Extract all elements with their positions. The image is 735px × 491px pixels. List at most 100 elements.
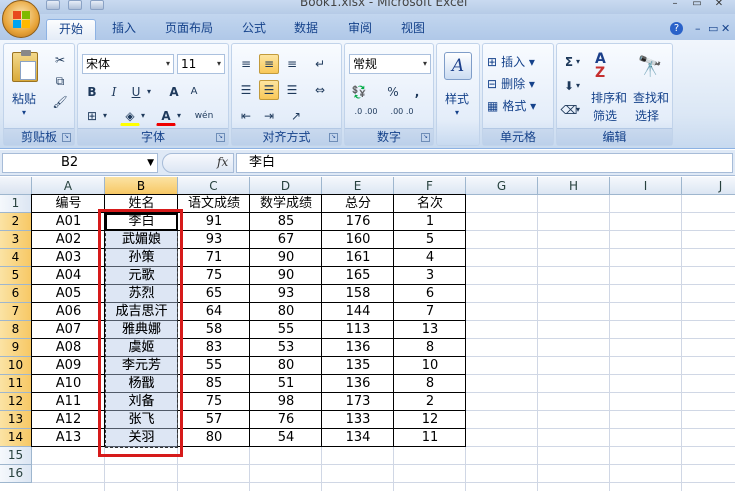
row-header-6[interactable]: 6: [0, 285, 32, 303]
cell-f10[interactable]: 10: [394, 357, 466, 375]
cell-f1[interactable]: 名次: [394, 195, 466, 213]
paste-icon[interactable]: [12, 50, 38, 82]
cell-a1[interactable]: 编号: [32, 195, 105, 213]
fill-dropdown-icon[interactable]: ▾: [573, 76, 583, 96]
borders-dropdown-icon[interactable]: ▾: [100, 106, 110, 126]
column-header-d[interactable]: D: [250, 177, 322, 195]
row-header-10[interactable]: 10: [0, 357, 32, 375]
format-painter-icon[interactable]: 🖌: [50, 92, 70, 112]
cell-c12[interactable]: 75: [178, 393, 250, 411]
percent-button[interactable]: %: [383, 82, 403, 102]
font-size-select[interactable]: 11 ▾: [177, 54, 225, 74]
align-left-icon[interactable]: ☰: [236, 80, 256, 100]
cell-e11[interactable]: 136: [322, 375, 394, 393]
cell-d11[interactable]: 51: [250, 375, 322, 393]
cell-e3[interactable]: 160: [322, 231, 394, 249]
tab-home[interactable]: 开始: [46, 19, 96, 40]
cell-a5[interactable]: A04: [32, 267, 105, 285]
cell-d13[interactable]: 76: [250, 411, 322, 429]
row-header-9[interactable]: 9: [0, 339, 32, 357]
tab-insert[interactable]: 插入: [102, 19, 146, 40]
ribbon-close-icon[interactable]: ✕: [721, 22, 730, 35]
number-format-select[interactable]: 常规 ▾: [349, 54, 431, 74]
row-header-14[interactable]: 14: [0, 429, 32, 447]
cell-f6[interactable]: 6: [394, 285, 466, 303]
close-button[interactable]: ✕: [712, 0, 726, 10]
copy-icon[interactable]: ⧉: [50, 71, 70, 91]
cell-c1[interactable]: 语文成绩: [178, 195, 250, 213]
ribbon-restore-icon[interactable]: ▭: [708, 22, 718, 35]
cell-f13[interactable]: 12: [394, 411, 466, 429]
row-header-15[interactable]: 15: [0, 447, 32, 465]
find-select-button[interactable]: 查找和: [633, 89, 669, 107]
cell-c8[interactable]: 58: [178, 321, 250, 339]
cell-d2[interactable]: 85: [250, 213, 322, 231]
cell-f11[interactable]: 8: [394, 375, 466, 393]
tab-view[interactable]: 视图: [393, 19, 433, 40]
wrap-text-icon[interactable]: ↵: [310, 54, 330, 74]
cell-f3[interactable]: 5: [394, 231, 466, 249]
cell-a13[interactable]: A12: [32, 411, 105, 429]
tab-page-layout[interactable]: 页面布局: [156, 19, 222, 40]
cell-a8[interactable]: A07: [32, 321, 105, 339]
name-box[interactable]: B2 ▼: [2, 153, 158, 173]
row-header-4[interactable]: 4: [0, 249, 32, 267]
cell-d12[interactable]: 98: [250, 393, 322, 411]
cell-c4[interactable]: 71: [178, 249, 250, 267]
cell-f8[interactable]: 13: [394, 321, 466, 339]
cell-e5[interactable]: 165: [322, 267, 394, 285]
delete-cells-button[interactable]: ⊟ 删除 ▾: [487, 75, 535, 93]
cell-f4[interactable]: 4: [394, 249, 466, 267]
cell-c14[interactable]: 80: [178, 429, 250, 447]
cell-a12[interactable]: A11: [32, 393, 105, 411]
underline-button[interactable]: U: [126, 82, 146, 102]
cell-e9[interactable]: 136: [322, 339, 394, 357]
cell-d9[interactable]: 53: [250, 339, 322, 357]
number-launcher-icon[interactable]: ↘: [421, 133, 430, 142]
merge-center-icon[interactable]: ⇔: [310, 80, 330, 100]
phonetic-icon[interactable]: wén: [192, 106, 216, 126]
cell-e7[interactable]: 144: [322, 303, 394, 321]
help-icon[interactable]: ?: [670, 22, 683, 35]
row-header-12[interactable]: 12: [0, 393, 32, 411]
cell-a3[interactable]: A02: [32, 231, 105, 249]
restore-button[interactable]: ▭: [690, 0, 704, 10]
cell-e12[interactable]: 173: [322, 393, 394, 411]
column-header-c[interactable]: C: [178, 177, 250, 195]
column-header-a[interactable]: A: [32, 177, 105, 195]
row-header-16[interactable]: 16: [0, 465, 32, 483]
cell-c2[interactable]: 91: [178, 213, 250, 231]
cut-icon[interactable]: ✂: [50, 50, 70, 70]
styles-dropdown-icon[interactable]: ▾: [455, 104, 459, 122]
clipboard-launcher-icon[interactable]: ↘: [62, 133, 71, 142]
align-bottom-icon[interactable]: ≡: [282, 54, 302, 74]
cell-e2[interactable]: 176: [322, 213, 394, 231]
row-header-11[interactable]: 11: [0, 375, 32, 393]
cell-c11[interactable]: 85: [178, 375, 250, 393]
minimize-button[interactable]: –: [668, 0, 682, 10]
styles-icon[interactable]: A: [444, 52, 472, 80]
row-header-5[interactable]: 5: [0, 267, 32, 285]
align-middle-icon[interactable]: ≡: [259, 54, 279, 74]
cell-d14[interactable]: 54: [250, 429, 322, 447]
cell-d7[interactable]: 80: [250, 303, 322, 321]
row-header-8[interactable]: 8: [0, 321, 32, 339]
font-color-icon[interactable]: A: [156, 106, 176, 126]
cell-c3[interactable]: 93: [178, 231, 250, 249]
save-icon[interactable]: [46, 0, 60, 10]
cell-c10[interactable]: 55: [178, 357, 250, 375]
column-header-g[interactable]: G: [466, 177, 538, 195]
cell-f9[interactable]: 8: [394, 339, 466, 357]
cell-f7[interactable]: 7: [394, 303, 466, 321]
align-center-icon[interactable]: ☰: [259, 80, 279, 100]
tab-formulas[interactable]: 公式: [234, 19, 274, 40]
cell-e1[interactable]: 总分: [322, 195, 394, 213]
row-header-1[interactable]: 1: [0, 195, 32, 213]
undo-icon[interactable]: [68, 0, 82, 10]
cell-c7[interactable]: 64: [178, 303, 250, 321]
align-right-icon[interactable]: ☰: [282, 80, 302, 100]
redo-icon[interactable]: [90, 0, 104, 10]
column-header-e[interactable]: E: [322, 177, 394, 195]
paste-dropdown-icon[interactable]: ▾: [22, 104, 26, 122]
borders-icon[interactable]: ⊞: [82, 106, 102, 126]
